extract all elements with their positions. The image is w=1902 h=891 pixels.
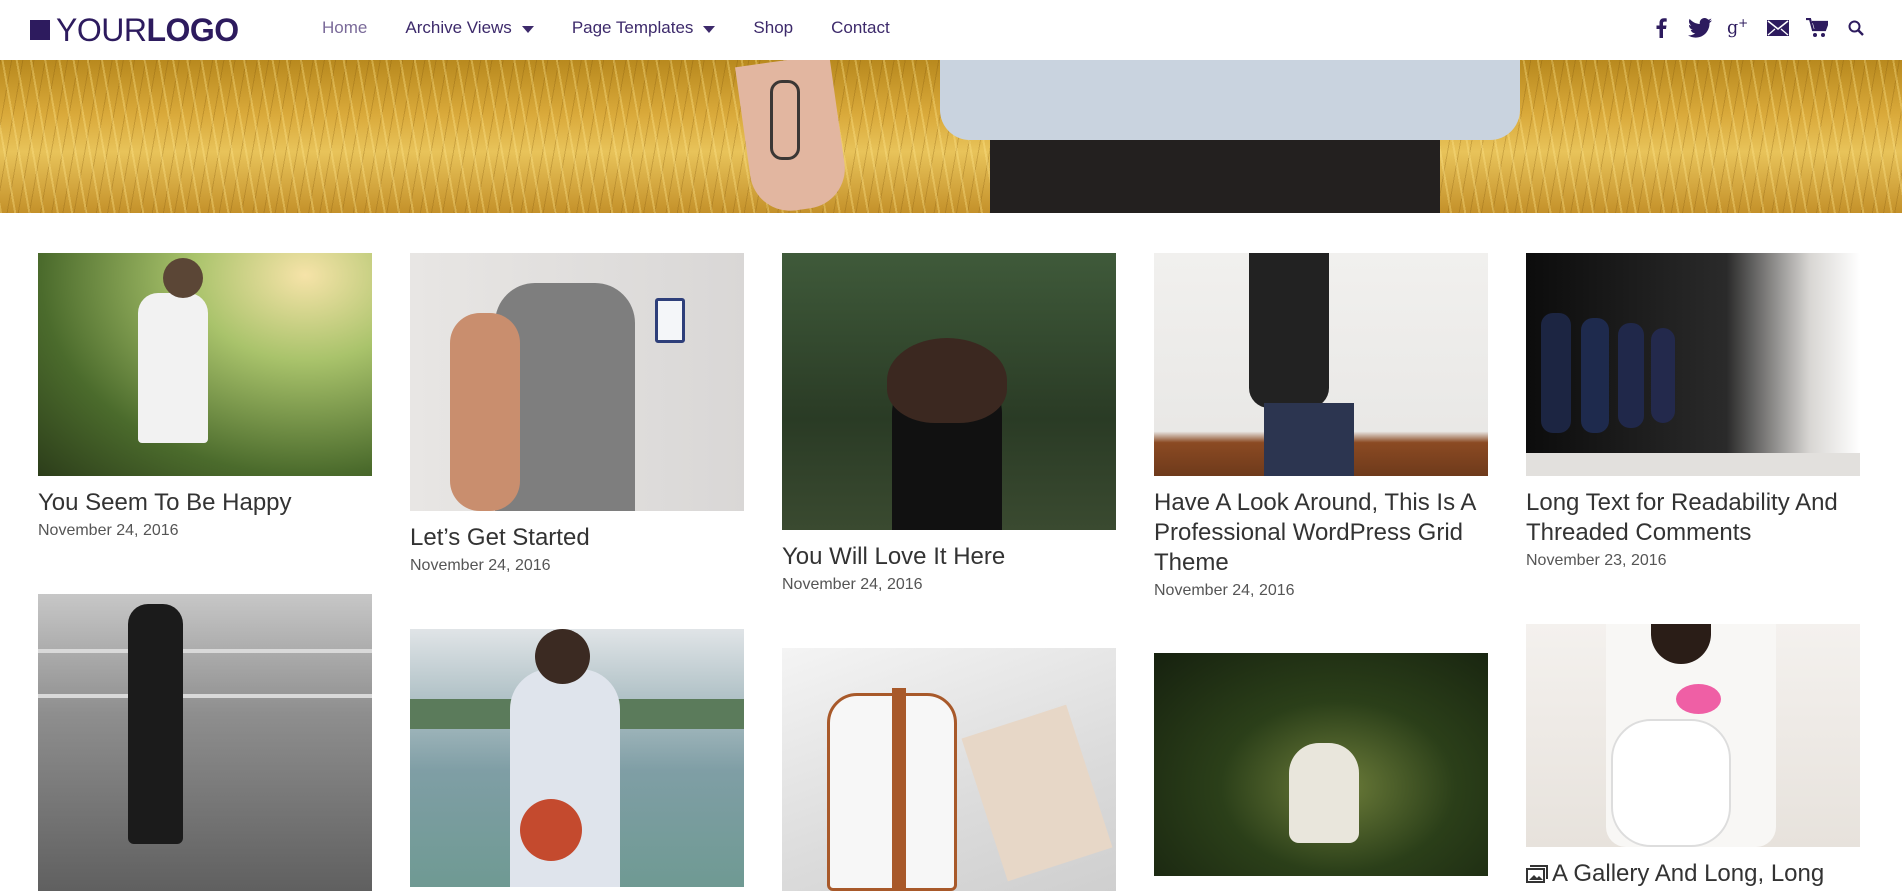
post-thumbnail[interactable] — [38, 253, 372, 476]
nav-item-label: Page Templates — [571, 18, 694, 37]
post-card — [38, 594, 372, 891]
thumbnail-figure — [1289, 743, 1359, 843]
nav-item-label: Shop — [753, 18, 794, 37]
post-date: November 24, 2016 — [38, 522, 179, 539]
post-thumbnail[interactable] — [410, 629, 744, 887]
thumbnail-runway — [1526, 453, 1860, 476]
nav-item-shop[interactable]: Shop — [753, 18, 793, 38]
thumbnail-figure — [128, 604, 183, 844]
nav-item-label: Home — [322, 18, 368, 37]
thumbnail-basketball — [520, 799, 582, 861]
post-thumbnail[interactable] — [410, 253, 744, 511]
post-date: November 24, 2016 — [410, 557, 551, 574]
thumbnail-figure — [450, 313, 520, 511]
thumbnail-bag — [1611, 719, 1731, 847]
site-header: YOUR LOGO Home Archive Views Page Templat… — [0, 0, 1902, 60]
hero-shirt — [940, 60, 1520, 140]
hero-banner-image — [0, 60, 1902, 213]
post-card — [410, 629, 744, 887]
post-card — [782, 648, 1116, 891]
post-thumbnail[interactable] — [1526, 624, 1860, 847]
thumbnail-figure — [535, 629, 590, 684]
post-title[interactable]: Have A Look Around, This Is A Profession… — [1154, 488, 1488, 578]
logo-text-logo: LOGO — [146, 11, 239, 48]
hero-pants — [990, 140, 1440, 213]
thumbnail-figure — [163, 258, 203, 298]
thumbnail-figure — [1541, 313, 1571, 433]
svg-text:+: + — [1738, 17, 1748, 30]
svg-text:g: g — [1727, 19, 1738, 39]
post-thumbnail[interactable] — [1154, 653, 1488, 876]
post-date: November 24, 2016 — [1154, 582, 1295, 599]
thumbnail-strap — [892, 688, 906, 891]
nav-item-contact[interactable]: Contact — [831, 18, 890, 38]
facebook-icon[interactable] — [1649, 14, 1673, 42]
post-title[interactable]: A Gallery And Long, Long — [1526, 859, 1860, 889]
search-icon[interactable] — [1844, 14, 1868, 42]
twitter-icon[interactable] — [1688, 14, 1712, 42]
nav-item-label: Contact — [831, 18, 890, 37]
post-thumbnail[interactable] — [782, 253, 1116, 530]
post-card: You Seem To Be Happy November 24, 2016 — [38, 253, 372, 540]
post-title[interactable]: You Will Love It Here — [782, 542, 1116, 572]
chevron-down-icon — [521, 25, 534, 33]
post-thumbnail[interactable] — [782, 648, 1116, 891]
main-nav: Home Archive Views Page Templates Shop C… — [322, 0, 928, 56]
post-card: Let’s Get Started November 24, 2016 — [410, 253, 744, 575]
post-thumbnail[interactable] — [1154, 253, 1488, 476]
post-title[interactable]: Long Text for Readability And Threaded C… — [1526, 488, 1860, 548]
thumbnail-figure — [1249, 253, 1329, 408]
post-thumbnail[interactable] — [1526, 253, 1860, 476]
email-icon[interactable] — [1766, 14, 1790, 42]
post-card: Have A Look Around, This Is A Profession… — [1154, 253, 1488, 600]
post-title-text: A Gallery And Long, Long — [1552, 860, 1825, 887]
thumbnail-figure — [1618, 323, 1644, 428]
thumbnail-pink-item — [1676, 684, 1721, 714]
gallery-icon — [1526, 861, 1548, 883]
chevron-down-icon — [703, 25, 716, 33]
post-title[interactable]: Let’s Get Started — [410, 523, 744, 553]
google-plus-icon[interactable]: g + — [1727, 14, 1751, 42]
thumbnail-figure — [1651, 328, 1675, 423]
post-title[interactable]: You Seem To Be Happy — [38, 488, 372, 518]
nav-item-home[interactable]: Home — [322, 18, 367, 38]
thumbnail-rail — [38, 649, 372, 653]
cart-icon[interactable] — [1805, 14, 1829, 42]
post-card: You Will Love It Here November 24, 2016 — [782, 253, 1116, 594]
post-card — [1154, 653, 1488, 876]
post-date: November 23, 2016 — [1526, 552, 1667, 569]
hero-tattoo — [770, 80, 800, 160]
thumbnail-mug — [655, 298, 685, 343]
post-thumbnail[interactable] — [38, 594, 372, 891]
social-links: g + — [1634, 14, 1868, 42]
thumbnail-hat — [887, 338, 1007, 423]
thumbnail-figure — [138, 293, 208, 443]
post-date: November 24, 2016 — [782, 576, 923, 593]
post-card: A Gallery And Long, Long — [1526, 624, 1860, 889]
logo-text-your: YOUR — [56, 11, 147, 48]
site-logo[interactable]: YOUR LOGO — [30, 12, 239, 48]
thumbnail-figure — [1581, 318, 1609, 433]
logo-square-icon — [30, 20, 50, 40]
thumbnail-magazine — [961, 704, 1113, 882]
post-card: Long Text for Readability And Threaded C… — [1526, 253, 1860, 570]
thumbnail-rail — [38, 694, 372, 698]
nav-item-label: Archive Views — [405, 18, 512, 37]
thumbnail-legs — [1264, 403, 1354, 476]
nav-item-page-templates[interactable]: Page Templates — [572, 18, 716, 38]
nav-item-archive-views[interactable]: Archive Views — [405, 18, 534, 38]
